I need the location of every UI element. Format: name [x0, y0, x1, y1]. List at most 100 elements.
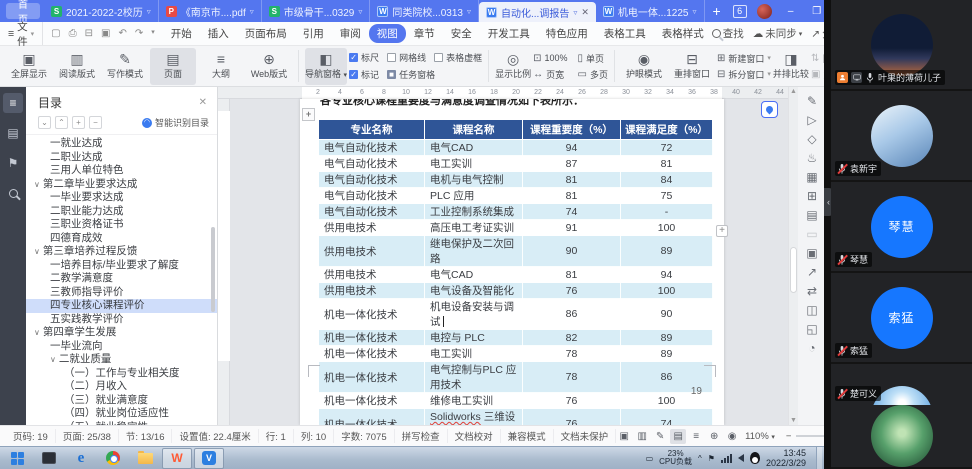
table-row[interactable]: 供用电技术 高压电工考证实训 91 100: [319, 220, 713, 236]
table-move-handle[interactable]: +: [302, 108, 315, 121]
table-row[interactable]: 供用电技术 继电保护及二次回路 90 89: [319, 236, 713, 267]
close-tab-icon[interactable]: ✕: [581, 7, 589, 18]
menu-item[interactable]: 章节: [406, 24, 443, 43]
document-page[interactable]: 各专业核心课程重要度与满意度调查情况如下表所示： + 专业名称 课程名称 课程重…: [300, 99, 724, 425]
table-row[interactable]: 供用电技术 电气CAD 81 94: [319, 267, 713, 283]
split-window-button[interactable]: ⊟拆分窗口▾: [717, 68, 771, 81]
status-field[interactable]: 设置值: 22.4厘米: [172, 429, 258, 443]
menu-item[interactable]: 安全: [443, 24, 480, 43]
toc-panel-icon[interactable]: ≡: [3, 93, 23, 113]
scroll-down-icon[interactable]: ▼: [789, 417, 798, 424]
search-panel-icon[interactable]: [3, 183, 23, 203]
course-evaluation-table[interactable]: 专业名称 课程名称 课程重要度（%） 课程满足度（%） 电气自动化技术 电气CA…: [318, 119, 713, 425]
menu-item[interactable]: 页面布局: [237, 24, 295, 43]
wps-office-icon[interactable]: W: [162, 448, 192, 469]
toc-collapse-up-button[interactable]: ⌃: [55, 116, 68, 129]
edge-browser-icon[interactable]: e: [66, 448, 96, 469]
status-outline-icon[interactable]: ≡: [688, 429, 704, 444]
clock[interactable]: 13:452022/3/29: [766, 448, 810, 468]
menu-item[interactable]: 开发工具: [480, 24, 538, 43]
participant-tile[interactable]: 索猛 索猛: [831, 273, 972, 362]
select-cursor-icon[interactable]: ▷: [807, 114, 816, 126]
window-count-badge[interactable]: 6: [733, 5, 747, 18]
toc-item[interactable]: 一培养目标/毕业要求了解度: [26, 259, 217, 273]
table-row[interactable]: 机电一体化技术 电气控制与PLC 应用技术 78 86: [319, 362, 713, 393]
participant-tile[interactable]: 琴慧 琴慧: [831, 182, 972, 271]
toc-item[interactable]: 一毕业流向: [26, 340, 217, 354]
participant-tile[interactable]: [831, 405, 972, 467]
bookmark-panel-icon[interactable]: ⚑: [3, 153, 23, 173]
status-field[interactable]: 页面: 25/38: [56, 429, 119, 443]
multi-page-button[interactable]: ▭多页: [578, 68, 608, 81]
toc-item[interactable]: 三用人单位特色: [26, 164, 217, 178]
export-icon[interactable]: ↗: [807, 266, 817, 278]
status-field[interactable]: 文档未保护: [554, 429, 617, 443]
eye-protect-button[interactable]: ◉护眼模式: [621, 48, 667, 85]
table-row[interactable]: 机电一体化技术 电工实训 78 89: [319, 346, 713, 362]
toc-expand-all-button[interactable]: +: [72, 116, 85, 129]
zoom-out-button[interactable]: −: [786, 431, 792, 442]
status-field[interactable]: 页码: 19: [6, 429, 56, 443]
horizontal-ruler[interactable]: 2468101214161820222426283032343638404244: [218, 87, 788, 99]
chevron-down-icon[interactable]: ∨: [34, 326, 40, 340]
status-field[interactable]: 字数: 7075: [334, 429, 394, 443]
flowchart-icon[interactable]: ⇄: [807, 285, 817, 297]
chevron-down-icon[interactable]: ∨: [34, 245, 40, 259]
user-avatar[interactable]: [757, 4, 772, 19]
undo-icon[interactable]: ↶: [118, 28, 126, 39]
document-tab[interactable]: W 自动化...调报告 ▿ ✕: [479, 2, 596, 22]
status-page-icon[interactable]: ▤: [670, 429, 686, 444]
close-toc-icon[interactable]: ✕: [199, 97, 207, 108]
pin-icon[interactable]: ▿: [358, 7, 362, 16]
table-row[interactable]: 电气自动化技术 电机与电气控制 81 84: [319, 172, 713, 188]
toc-expand-down-button[interactable]: ⌄: [38, 116, 51, 129]
shapes-icon[interactable]: ◇: [807, 133, 816, 145]
toc-item[interactable]: ∨ 第二章毕业要求达成: [26, 178, 217, 192]
read-layout-button[interactable]: ▥阅读版式: [54, 48, 100, 85]
status-field[interactable]: 列: 10: [294, 429, 334, 443]
chrome-browser-icon[interactable]: [98, 448, 128, 469]
redo-icon[interactable]: ↷: [135, 28, 143, 39]
meeting-app-icon[interactable]: V: [194, 448, 224, 469]
flag-icon[interactable]: ⚑: [708, 454, 715, 463]
table-row[interactable]: 供用电技术 电气设备及智能化 76 100: [319, 283, 713, 299]
pin-icon[interactable]: ▿: [573, 8, 577, 17]
status-eye-icon[interactable]: ◉: [724, 429, 740, 444]
tray-expand-icon[interactable]: ^: [698, 454, 702, 463]
vertical-ruler[interactable]: [218, 99, 230, 425]
write-mode-button[interactable]: ✎写作模式: [102, 48, 148, 85]
page-width-button[interactable]: ↔页宽: [533, 68, 567, 81]
menu-item[interactable]: 视图: [369, 24, 406, 43]
gridlines-checkbox[interactable]: 网格线: [387, 51, 426, 64]
toc-item[interactable]: ∨ 第三章培养过程反馈: [26, 245, 217, 259]
table-row[interactable]: 电气自动化技术 PLC 应用 81 75: [319, 188, 713, 204]
fullscreen-view-button[interactable]: ▣全屏显示: [6, 48, 52, 85]
status-web-icon[interactable]: ⊕: [706, 429, 722, 444]
toc-item[interactable]: （一）工作与专业相关度: [26, 367, 217, 381]
toc-item[interactable]: 三教师指导评价: [26, 286, 217, 300]
toc-item[interactable]: 二教学满意度: [26, 272, 217, 286]
table-add-button[interactable]: +: [716, 225, 728, 237]
new-window-button[interactable]: ⊞新建窗口▾: [717, 52, 771, 65]
preview-icon[interactable]: ▣: [101, 28, 110, 39]
home-tab[interactable]: 首页: [6, 3, 40, 19]
save-icon[interactable]: ▢: [51, 28, 60, 39]
menu-item[interactable]: 审阅: [332, 24, 369, 43]
status-read-icon[interactable]: ▥: [634, 429, 650, 444]
status-field[interactable]: 兼容模式: [501, 429, 554, 443]
status-field[interactable]: 文档校对: [448, 429, 501, 443]
table-row[interactable]: 机电一体化技术 电控与 PLC 82 89: [319, 330, 713, 346]
zoom-ratio-button[interactable]: ◎显示比例: [495, 48, 531, 85]
smart-toc-button[interactable]: ◠智能识别目录: [142, 116, 209, 129]
toc-scrollbar[interactable]: [211, 227, 215, 312]
print-icon[interactable]: ⊟: [85, 28, 93, 39]
history-clock-icon[interactable]: ◔: [808, 342, 815, 354]
image-effects-icon[interactable]: ▣: [806, 247, 817, 259]
menu-item[interactable]: 开始: [163, 24, 200, 43]
seal-icon[interactable]: ♨: [807, 152, 818, 164]
document-tab[interactable]: P 《南京市....pdf ▿: [159, 0, 262, 22]
qq-tray-icon[interactable]: [750, 452, 760, 464]
sync-status[interactable]: ☁未同步▾: [753, 26, 803, 41]
status-fullscreen-icon[interactable]: ▣: [616, 429, 632, 444]
qrcode-icon[interactable]: ⊞: [807, 190, 817, 202]
